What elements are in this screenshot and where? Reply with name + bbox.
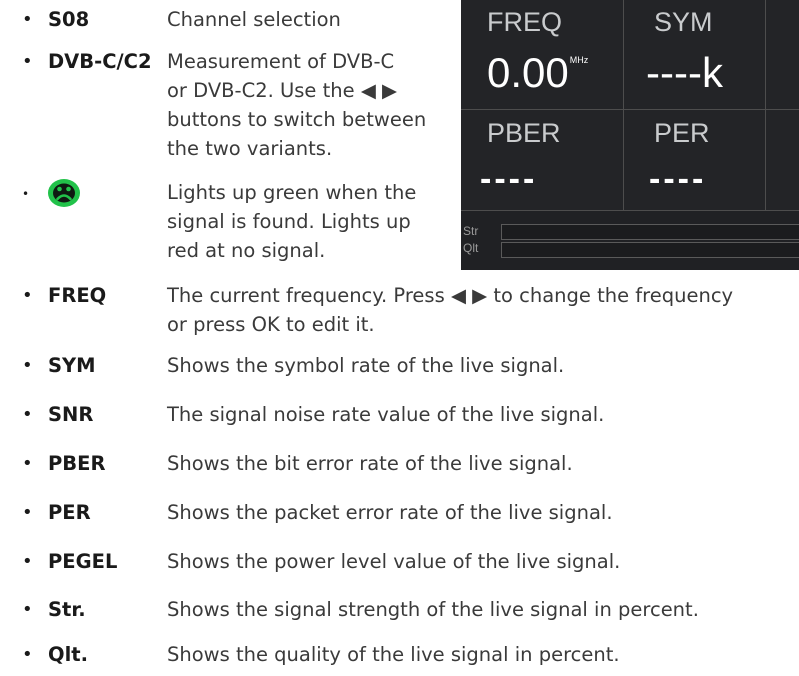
per-label: PER: [654, 118, 710, 148]
bullet: •: [22, 187, 30, 201]
sym-value: ----k: [646, 49, 723, 96]
description-line: the two variants.: [167, 137, 333, 160]
bullet: •: [22, 51, 33, 72]
description-line: Shows the symbol rate of the live signal…: [167, 354, 565, 377]
description-line: Shows the packet error rate of the live …: [167, 501, 613, 524]
bullet: •: [22, 644, 33, 665]
qlt-bar: [501, 242, 799, 258]
qlt-label: Qlt: [463, 241, 479, 255]
device-screen: FREQ 0.00MHz SYM ----k PBER ---- PER ---…: [461, 0, 799, 270]
description-line: Shows the signal strength of the live si…: [167, 598, 699, 621]
description-line: buttons to switch between: [167, 108, 427, 131]
term-label: PBER: [48, 452, 106, 475]
term-label: Qlt.: [48, 643, 88, 666]
bullet: •: [22, 285, 33, 306]
description-line: signal is found. Lights up: [167, 210, 411, 233]
bullet: •: [22, 453, 33, 474]
term-label: PEGEL: [48, 550, 118, 573]
description-line: Shows the quality of the live signal in …: [167, 643, 620, 666]
per-cell: PER ----: [623, 109, 767, 211]
bullet: •: [22, 404, 33, 425]
str-bar: [501, 224, 799, 240]
description-line: The current frequency. Press ◀ ▶ to chan…: [167, 284, 734, 307]
freq-label: FREQ: [487, 7, 563, 37]
freq-cell: FREQ 0.00MHz: [461, 0, 625, 111]
description-line: Lights up green when the: [167, 181, 417, 204]
snr-cell: [765, 0, 799, 111]
pegel-cell: [765, 109, 799, 211]
term-label: DVB-C/C2: [48, 50, 152, 73]
bullet: •: [22, 9, 33, 30]
term-label: PER: [48, 501, 91, 524]
bullet: •: [22, 502, 33, 523]
bullet: •: [22, 599, 33, 620]
term-label: Str.: [48, 598, 86, 621]
description-line: Shows the bit error rate of the live sig…: [167, 452, 573, 475]
pber-cell: PBER ----: [461, 109, 625, 211]
description-line: or DVB-C2. Use the ◀ ▶: [167, 79, 398, 102]
description-line: Measurement of DVB-C: [167, 50, 395, 73]
term-label: SYM: [48, 354, 96, 377]
description-line: Channel selection: [167, 8, 341, 31]
description-line: The signal noise rate value of the live …: [167, 403, 605, 426]
term-label: FREQ: [48, 284, 107, 307]
freq-value: 0.00MHz: [487, 49, 589, 96]
term-label: SNR: [48, 403, 94, 426]
sym-cell: SYM ----k: [623, 0, 767, 111]
bullet: •: [22, 551, 33, 572]
description-line: Shows the power level value of the live …: [167, 550, 621, 573]
per-value: ----: [649, 160, 707, 198]
str-label: Str: [463, 224, 479, 238]
description-line: red at no signal.: [167, 239, 326, 262]
description-line: or press OK to edit it.: [167, 313, 375, 336]
signal-face-icon: [47, 178, 81, 216]
sym-label: SYM: [654, 7, 713, 37]
pber-label: PBER: [487, 118, 561, 148]
pber-value: ----: [480, 160, 538, 198]
term-label: S08: [48, 8, 90, 31]
bullet: •: [22, 355, 33, 376]
